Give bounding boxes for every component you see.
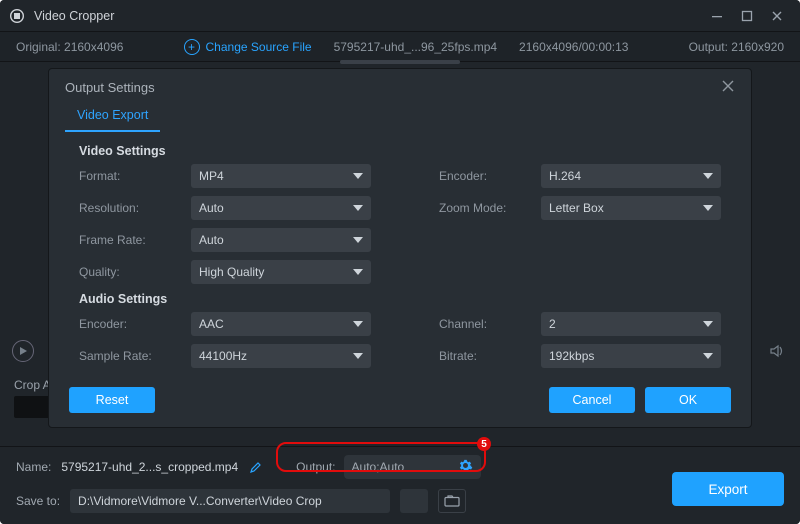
chevron-down-icon [353, 205, 363, 211]
crop-area-label: Crop A [14, 378, 51, 392]
output-name: 5795217-uhd_2...s_cropped.mp4 [61, 460, 238, 474]
audio-settings-heading: Audio Settings [79, 292, 721, 306]
chevron-down-icon [703, 173, 713, 179]
output-settings-gear-button[interactable] [458, 458, 473, 476]
chevron-down-icon [353, 353, 363, 359]
close-button[interactable] [762, 6, 792, 26]
original-info: Original: 2160x4096 [16, 40, 123, 54]
bitrate-select[interactable]: 192kbps [541, 344, 721, 368]
quality-select[interactable]: High Quality [191, 260, 371, 284]
volume-icon[interactable] [766, 340, 788, 362]
titlebar: Video Cropper [0, 0, 800, 32]
save-path-dropdown[interactable] [400, 489, 428, 513]
audio-encoder-label: Encoder: [79, 317, 179, 331]
name-label: Name: [16, 460, 51, 474]
output-settings-dialog: Output Settings Video Export Video Setti… [48, 68, 752, 428]
framerate-label: Frame Rate: [79, 233, 179, 247]
plus-circle-icon: + [184, 39, 200, 55]
video-settings-heading: Video Settings [79, 144, 721, 158]
zoom-mode-label: Zoom Mode: [439, 201, 529, 215]
video-encoder-select[interactable]: H.264 [541, 164, 721, 188]
format-select[interactable]: MP4 [191, 164, 371, 188]
chevron-down-icon [353, 321, 363, 327]
framerate-select[interactable]: Auto [191, 228, 371, 252]
edit-name-button[interactable] [248, 460, 262, 474]
maximize-button[interactable] [732, 6, 762, 26]
app-title: Video Cropper [34, 9, 114, 23]
chevron-down-icon [353, 237, 363, 243]
chevron-down-icon [353, 269, 363, 275]
crop-preview-thumb [14, 396, 50, 418]
output-preset-group: Output: Auto;Auto [296, 455, 480, 479]
resolution-label: Resolution: [79, 201, 179, 215]
save-to-label: Save to: [16, 494, 60, 508]
samplerate-select[interactable]: 44100Hz [191, 344, 371, 368]
output-info: Output: 2160x920 [689, 40, 784, 54]
dialog-title: Output Settings [65, 80, 155, 95]
preview-tab-handle [340, 60, 460, 64]
info-strip: Original: 2160x4096 + Change Source File… [0, 32, 800, 62]
minimize-button[interactable] [702, 6, 732, 26]
ok-button[interactable]: OK [645, 387, 731, 413]
app-logo-icon [8, 7, 26, 25]
tab-video-export[interactable]: Video Export [65, 102, 160, 132]
output-preset-value: Auto;Auto [352, 460, 452, 474]
cancel-button[interactable]: Cancel [549, 387, 635, 413]
chevron-down-icon [703, 321, 713, 327]
source-filename: 5795217-uhd_...96_25fps.mp4 [334, 40, 497, 54]
chevron-down-icon [353, 173, 363, 179]
source-meta: 2160x4096/00:00:13 [519, 40, 628, 54]
save-path-field[interactable]: D:\Vidmore\Vidmore V...Converter\Video C… [70, 489, 390, 513]
change-source-button[interactable]: + Change Source File [184, 39, 312, 55]
resolution-select[interactable]: Auto [191, 196, 371, 220]
channel-label: Channel: [439, 317, 529, 331]
output-label: Output: [296, 460, 335, 474]
audio-encoder-select[interactable]: AAC [191, 312, 371, 336]
chevron-down-icon [703, 353, 713, 359]
channel-select[interactable]: 2 [541, 312, 721, 336]
dialog-close-button[interactable] [721, 79, 735, 96]
play-icon[interactable] [12, 340, 34, 362]
chevron-down-icon [703, 205, 713, 211]
reset-button[interactable]: Reset [69, 387, 155, 413]
video-encoder-label: Encoder: [439, 169, 529, 183]
quality-label: Quality: [79, 265, 179, 279]
app-window: Video Cropper Original: 2160x4096 + Chan… [0, 0, 800, 524]
open-folder-button[interactable] [438, 489, 466, 513]
bitrate-label: Bitrate: [439, 349, 529, 363]
format-label: Format: [79, 169, 179, 183]
export-button[interactable]: Export [672, 472, 784, 506]
samplerate-label: Sample Rate: [79, 349, 179, 363]
bottom-bar: Name: 5795217-uhd_2...s_cropped.mp4 Outp… [0, 446, 800, 524]
zoom-mode-select[interactable]: Letter Box [541, 196, 721, 220]
